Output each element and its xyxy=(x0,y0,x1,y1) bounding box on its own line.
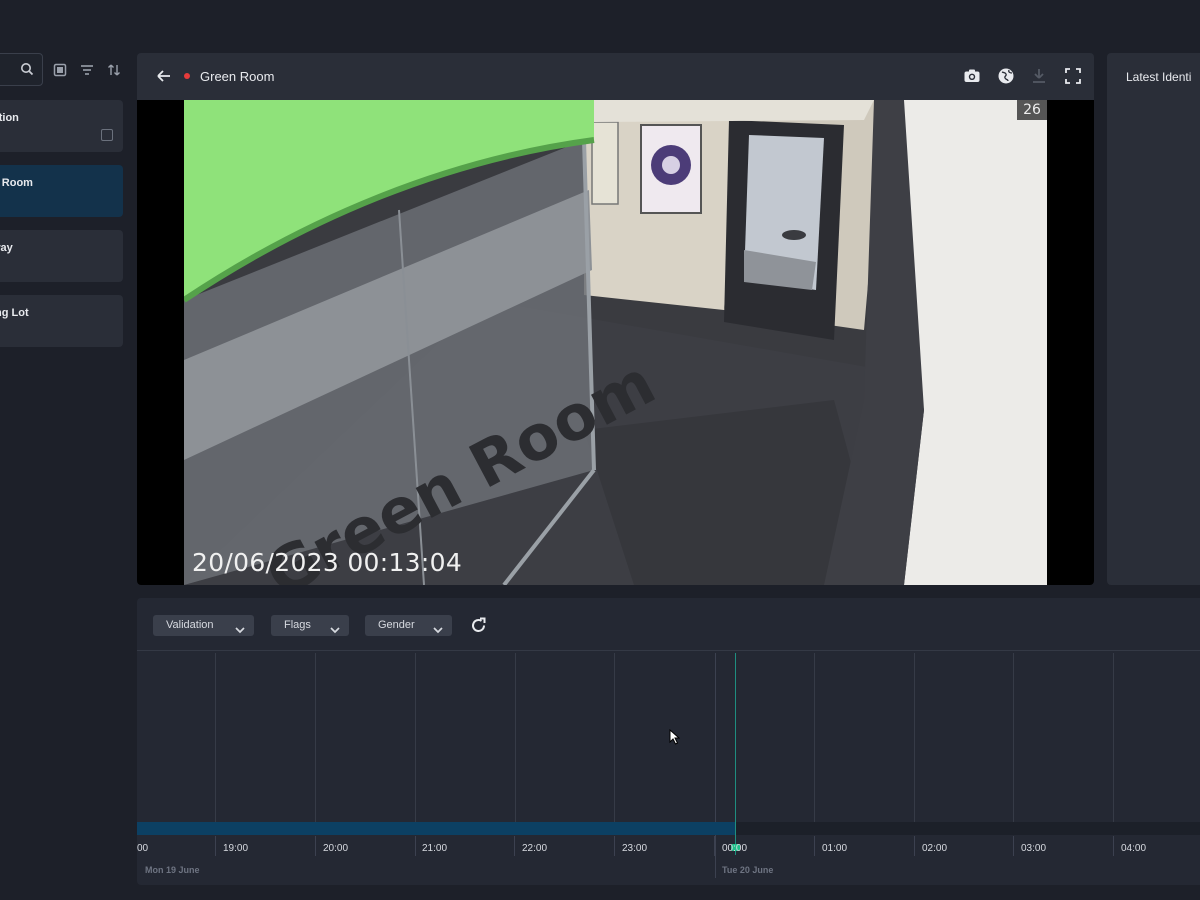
timeline-panel: Validation Flags Gender 00 19:00 20:00 2… xyxy=(137,598,1200,885)
dropdown-label: Flags xyxy=(284,619,311,631)
flags-dropdown[interactable]: Flags xyxy=(271,615,349,636)
tick xyxy=(714,836,715,856)
chevron-down-icon xyxy=(235,621,245,634)
back-arrow-icon[interactable] xyxy=(155,67,173,85)
hour-label: 01:00 xyxy=(822,843,848,854)
chevron-down-icon xyxy=(433,621,443,634)
camera-frame: Green Room 26 20/06/2023 00:13:04 xyxy=(184,100,1047,585)
tick xyxy=(914,836,915,856)
hour-label: 22:00 xyxy=(522,843,548,854)
hour-label: 00:00 xyxy=(722,843,748,854)
filter-icon[interactable] xyxy=(80,63,94,77)
validation-dropdown[interactable]: Validation xyxy=(153,615,254,636)
snapshot-camera-icon[interactable] xyxy=(963,67,981,85)
playhead[interactable] xyxy=(735,653,736,855)
video-player[interactable]: Green Room 26 20/06/2023 00:13:04 xyxy=(137,100,1094,585)
grid-line xyxy=(814,653,815,823)
camera-name: way xyxy=(0,242,13,254)
tick xyxy=(514,836,515,856)
grid-line xyxy=(215,653,216,823)
mouse-cursor-icon xyxy=(669,728,681,750)
video-timestamp: 20/06/2023 00:13:04 xyxy=(192,548,463,577)
tick xyxy=(1113,836,1114,856)
globe-icon[interactable] xyxy=(997,67,1015,85)
grid-view-icon[interactable] xyxy=(53,63,67,77)
tick xyxy=(814,836,815,856)
hour-label: 04:00 xyxy=(1121,843,1147,854)
download-icon xyxy=(1030,67,1048,85)
gender-dropdown[interactable]: Gender xyxy=(365,615,452,636)
hour-label: 03:00 xyxy=(1021,843,1047,854)
timeline-toolbar: Validation Flags Gender xyxy=(137,598,1200,651)
grid-line xyxy=(315,653,316,823)
refresh-icon[interactable] xyxy=(470,617,487,634)
hour-label: 20:00 xyxy=(323,843,349,854)
camera-title: Green Room xyxy=(200,69,275,84)
hour-label: 02:00 xyxy=(922,843,948,854)
camera-card-hallway[interactable]: way 0 xyxy=(0,230,123,282)
recorded-range xyxy=(137,822,736,835)
tick xyxy=(415,836,416,856)
tick xyxy=(315,836,316,856)
hour-label: 21:00 xyxy=(422,843,448,854)
tick xyxy=(614,836,615,856)
frame-counter: 26 xyxy=(1017,100,1047,120)
chevron-down-icon xyxy=(330,621,340,634)
camera-viewer: Green Room Green Room 26 20/06/2023 00:1… xyxy=(137,53,1094,585)
dropdown-label: Gender xyxy=(378,619,415,631)
camera-name: n Room xyxy=(0,177,33,189)
day-label: Tue 20 June xyxy=(722,865,774,875)
panel-title: Latest Identi xyxy=(1126,70,1192,84)
fullscreen-icon[interactable] xyxy=(1064,67,1082,85)
sort-icon[interactable] xyxy=(107,63,121,77)
grid-line xyxy=(415,653,416,823)
hour-label: 19:00 xyxy=(223,843,249,854)
day-separator xyxy=(715,653,716,878)
camera-card-reception[interactable]: ption 0 xyxy=(0,100,123,152)
camera-card-parking-lot[interactable]: ing Lot 0 xyxy=(0,295,123,347)
camera-card-green-room[interactable]: n Room 0 xyxy=(0,165,123,217)
latest-identifications-panel: Latest Identi xyxy=(1107,53,1200,585)
grid-line xyxy=(1013,653,1014,823)
grid-line xyxy=(515,653,516,823)
viewer-header: Green Room xyxy=(137,53,1094,100)
dropdown-label: Validation xyxy=(166,619,214,631)
search-icon xyxy=(20,62,34,81)
recording-indicator xyxy=(184,73,190,79)
grid-line xyxy=(914,653,915,823)
tick xyxy=(1013,836,1014,856)
camera-name: ption xyxy=(0,112,19,124)
day-label: Mon 19 June xyxy=(145,865,200,875)
tick xyxy=(215,836,216,856)
camera-name: ing Lot xyxy=(0,307,29,319)
person-badge-icon xyxy=(101,129,113,141)
grid-line xyxy=(614,653,615,823)
grid-line xyxy=(1113,653,1114,823)
camera-search-input[interactable] xyxy=(0,53,43,86)
hour-label: 23:00 xyxy=(622,843,648,854)
camera-scene: Green Room xyxy=(184,100,1047,585)
hour-label: 00 xyxy=(137,843,149,854)
